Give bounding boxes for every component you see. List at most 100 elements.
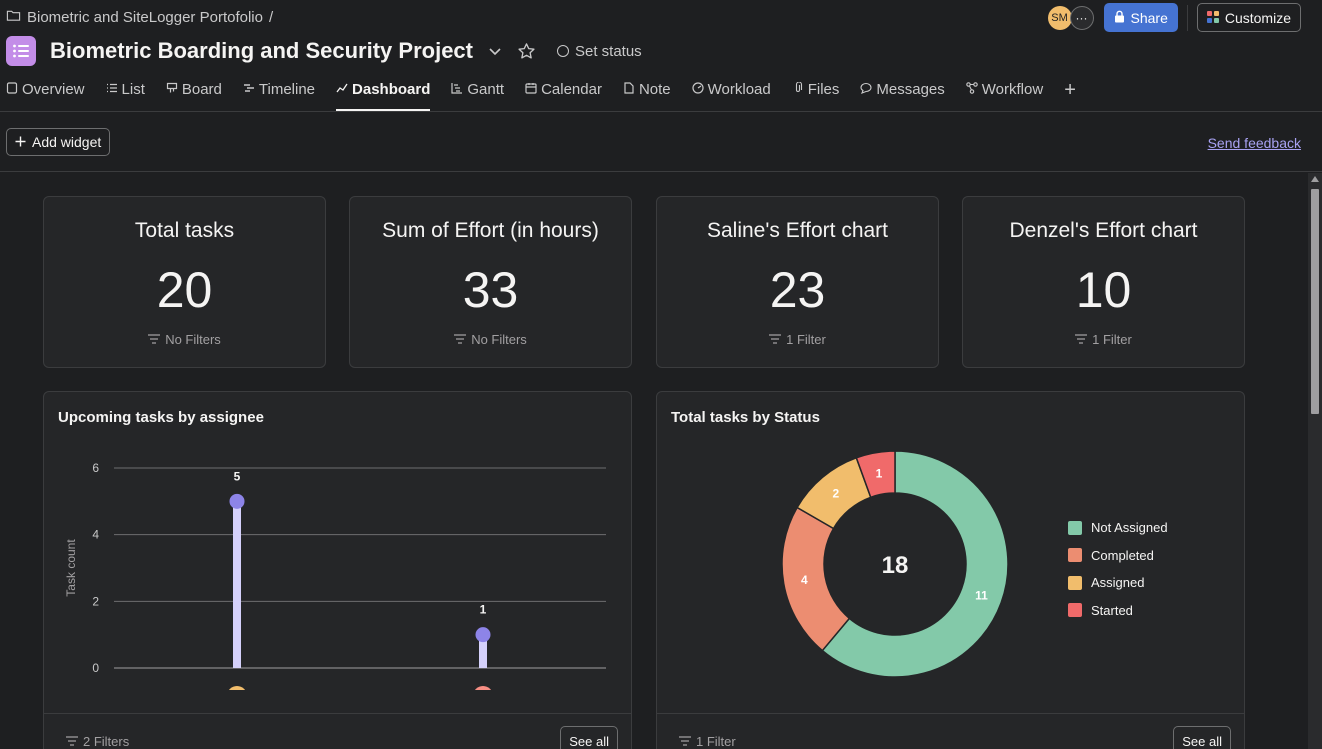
stat-value: 10 xyxy=(1075,262,1132,318)
filter-icon xyxy=(66,734,78,749)
tab-label: Board xyxy=(181,81,222,98)
see-all-button[interactable]: See all xyxy=(560,726,618,749)
scroll-up-arrow-icon[interactable] xyxy=(1311,176,1319,182)
chart-filter[interactable]: 1 Filter xyxy=(679,734,736,749)
customize-button[interactable]: Customize xyxy=(1196,3,1301,32)
project-title: Biometric Boarding and Security Project xyxy=(50,38,473,63)
data-label: 11 xyxy=(975,588,988,602)
stat-title: Denzel's Effort chart xyxy=(1009,219,1198,242)
dashboard-content: Total tasks 20 No Filters Sum of Effort … xyxy=(0,173,1308,749)
tasks-by-status-chart: 11 4 2 1 18 xyxy=(781,450,1009,678)
share-button[interactable]: Share xyxy=(1103,3,1178,32)
set-status-button[interactable]: Set status xyxy=(556,42,642,60)
legend-swatch xyxy=(1068,575,1082,590)
y-tick-label: 0 xyxy=(92,661,99,675)
see-all-button[interactable]: See all xyxy=(1173,726,1231,749)
stat-title: Total tasks xyxy=(134,219,235,242)
stat-card-saline-effort[interactable]: Saline's Effort chart 23 1 Filter xyxy=(656,196,939,368)
list-icon xyxy=(106,81,118,98)
stat-filter[interactable]: No Filters xyxy=(350,332,631,347)
legend-item[interactable]: Not Assigned xyxy=(1068,514,1168,542)
lollipop-point xyxy=(475,627,491,643)
set-status-label: Set status xyxy=(574,42,642,60)
filter-label: No Filters xyxy=(471,332,527,347)
scrollbar-thumb[interactable] xyxy=(1311,189,1319,414)
lollipop-point xyxy=(229,493,245,509)
send-feedback-link[interactable]: Send feedback xyxy=(1208,135,1301,151)
stat-card-sum-effort[interactable]: Sum of Effort (in hours) 33 No Filters xyxy=(349,196,632,368)
tab-files[interactable]: Files xyxy=(792,78,839,111)
stat-filter[interactable]: 1 Filter xyxy=(657,332,938,347)
tab-label: Messages xyxy=(876,81,945,98)
filter-icon xyxy=(148,332,161,347)
breadcrumb-portfolio-link[interactable]: Biometric and SiteLogger Portofolio xyxy=(27,9,263,26)
message-bubble-icon xyxy=(860,81,872,98)
data-label: 2 xyxy=(833,487,840,501)
add-tab-icon[interactable]: + xyxy=(1064,78,1076,111)
stat-filter[interactable]: No Filters xyxy=(44,332,325,347)
stat-card-total-tasks[interactable]: Total tasks 20 No Filters xyxy=(43,196,326,368)
tab-timeline[interactable]: Timeline xyxy=(243,78,315,111)
tab-list[interactable]: List xyxy=(106,78,145,111)
legend-label: Not Assigned xyxy=(1091,520,1168,536)
chart-title: Upcoming tasks by assignee xyxy=(58,409,264,426)
data-label: 1 xyxy=(876,466,883,480)
customize-icon xyxy=(1206,10,1219,26)
tab-label: Workflow xyxy=(981,81,1044,98)
filter-label: 1 Filter xyxy=(696,734,736,749)
folder-icon xyxy=(6,8,21,27)
upcoming-tasks-chart: 0246Task count5SM1DM xyxy=(64,461,606,690)
timeline-icon xyxy=(243,81,255,98)
upcoming-tasks-card[interactable]: Upcoming tasks by assignee 0 2 4 6 Task coun… xyxy=(43,391,632,749)
tab-label: Note xyxy=(638,81,671,98)
legend-item[interactable]: Completed xyxy=(1068,542,1168,570)
tasks-by-status-card[interactable]: Total tasks by Status 11 4 2 1 18 Not Assign… xyxy=(656,391,1245,749)
y-tick-label: 2 xyxy=(92,594,99,608)
note-icon xyxy=(623,81,635,98)
chart-filter[interactable]: 2 Filters xyxy=(66,734,129,749)
stat-value: 33 xyxy=(462,262,519,318)
gantt-icon xyxy=(451,81,463,98)
legend-swatch xyxy=(1068,603,1082,618)
tab-note[interactable]: Note xyxy=(623,78,671,111)
legend-item[interactable]: Assigned xyxy=(1068,569,1168,597)
stat-value: 20 xyxy=(156,262,213,318)
stat-filter[interactable]: 1 Filter xyxy=(963,332,1244,347)
customize-label: Customize xyxy=(1224,9,1291,26)
tab-overview[interactable]: Overview xyxy=(6,78,85,111)
filter-icon xyxy=(679,734,691,749)
tab-label: Dashboard xyxy=(352,81,431,98)
overview-icon xyxy=(6,81,18,98)
filter-icon xyxy=(454,332,467,347)
chevron-down-icon[interactable] xyxy=(487,42,505,60)
assignee-avatar xyxy=(229,686,245,690)
add-widget-button[interactable]: Add widget xyxy=(6,128,111,156)
list-project-icon[interactable] xyxy=(6,36,36,66)
tab-gantt[interactable]: Gantt xyxy=(451,78,504,111)
tab-workflow[interactable]: Workflow xyxy=(966,78,1043,111)
y-tick-label: 6 xyxy=(92,461,99,475)
more-members-button[interactable]: ··· xyxy=(1069,5,1094,30)
card-footer: 1 Filter See all xyxy=(657,713,1244,749)
legend-item[interactable]: Started xyxy=(1068,597,1168,625)
filter-icon xyxy=(1075,332,1088,347)
lock-icon xyxy=(1114,10,1125,26)
tab-workload[interactable]: Workload xyxy=(692,78,771,111)
top-bar: Biometric and SiteLogger Portofolio / Bi… xyxy=(0,0,1322,112)
tab-messages[interactable]: Messages xyxy=(860,78,945,111)
stat-title: Sum of Effort (in hours) xyxy=(382,219,599,242)
tab-calendar[interactable]: Calendar xyxy=(525,78,602,111)
tab-label: Calendar xyxy=(541,81,602,98)
filter-label: No Filters xyxy=(165,332,221,347)
tab-label: Overview xyxy=(22,81,85,98)
avatar[interactable]: SM xyxy=(1047,5,1072,30)
tab-dashboard[interactable]: Dashboard xyxy=(336,78,431,111)
star-icon[interactable] xyxy=(517,41,537,61)
stat-card-denzel-effort[interactable]: Denzel's Effort chart 10 1 Filter xyxy=(962,196,1245,368)
share-label: Share xyxy=(1130,9,1168,26)
legend-label: Assigned xyxy=(1091,575,1145,591)
vertical-scrollbar[interactable] xyxy=(1308,173,1322,749)
data-label: 5 xyxy=(234,469,241,483)
tab-board[interactable]: Board xyxy=(166,78,222,111)
filter-label: 2 Filters xyxy=(83,734,130,749)
